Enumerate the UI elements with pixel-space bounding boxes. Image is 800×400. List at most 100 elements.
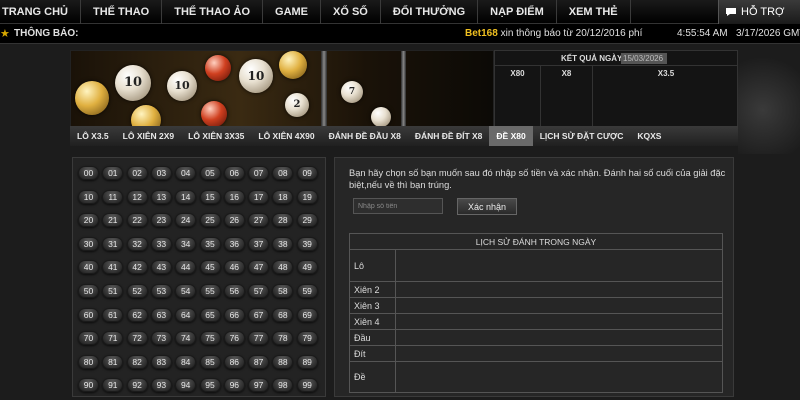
number-ball-37[interactable]: 37 — [248, 236, 270, 251]
number-ball-38[interactable]: 38 — [272, 236, 294, 251]
number-ball-14[interactable]: 14 — [175, 189, 197, 204]
number-ball-54[interactable]: 54 — [175, 284, 197, 298]
tab-lo-xien-4x90[interactable]: LÔ XIÊN 4X90 — [251, 126, 321, 146]
number-ball-65[interactable]: 65 — [199, 307, 221, 322]
number-ball-23[interactable]: 23 — [150, 213, 172, 228]
number-ball-92[interactable]: 92 — [126, 378, 148, 393]
number-ball-24[interactable]: 24 — [175, 213, 197, 228]
number-ball-47[interactable]: 47 — [248, 260, 270, 275]
number-ball-32[interactable]: 32 — [126, 236, 148, 251]
nav-item-deposit[interactable]: NẠP ĐIỂM — [478, 0, 557, 24]
number-ball-30[interactable]: 30 — [78, 236, 99, 251]
amount-input[interactable] — [353, 198, 443, 214]
nav-item-view-card[interactable]: XEM THẺ — [557, 0, 631, 24]
number-ball-49[interactable]: 49 — [296, 260, 318, 275]
number-ball-93[interactable]: 93 — [150, 378, 172, 393]
number-ball-99[interactable]: 99 — [296, 378, 318, 393]
number-ball-57[interactable]: 57 — [248, 284, 270, 298]
number-ball-36[interactable]: 36 — [223, 236, 245, 251]
number-ball-84[interactable]: 84 — [175, 354, 197, 369]
number-ball-07[interactable]: 07 — [248, 166, 270, 180]
number-ball-90[interactable]: 90 — [78, 378, 99, 393]
number-ball-02[interactable]: 02 — [126, 166, 148, 180]
number-ball-39[interactable]: 39 — [296, 236, 318, 251]
number-ball-87[interactable]: 87 — [248, 354, 270, 369]
number-ball-52[interactable]: 52 — [126, 284, 148, 298]
number-ball-08[interactable]: 08 — [272, 166, 294, 180]
tab-lo-xien-3x35[interactable]: LÔ XIÊN 3X35 — [181, 126, 251, 146]
number-ball-46[interactable]: 46 — [223, 260, 245, 275]
number-ball-75[interactable]: 75 — [199, 331, 221, 346]
number-ball-97[interactable]: 97 — [248, 378, 270, 393]
confirm-button[interactable]: Xác nhận — [457, 198, 517, 215]
number-ball-95[interactable]: 95 — [199, 378, 221, 393]
number-ball-88[interactable]: 88 — [272, 354, 294, 369]
number-ball-98[interactable]: 98 — [272, 378, 294, 393]
number-ball-68[interactable]: 68 — [272, 307, 294, 322]
number-ball-80[interactable]: 80 — [78, 354, 99, 369]
number-ball-62[interactable]: 62 — [126, 307, 148, 322]
support-button[interactable]: HỖ TRỢ — [718, 0, 800, 24]
number-ball-63[interactable]: 63 — [150, 307, 172, 322]
number-ball-48[interactable]: 48 — [272, 260, 294, 275]
number-ball-34[interactable]: 34 — [175, 236, 197, 251]
number-ball-53[interactable]: 53 — [150, 284, 172, 298]
number-ball-81[interactable]: 81 — [102, 354, 124, 369]
number-ball-16[interactable]: 16 — [223, 189, 245, 204]
number-ball-85[interactable]: 85 — [199, 354, 221, 369]
number-ball-60[interactable]: 60 — [78, 307, 99, 322]
number-ball-25[interactable]: 25 — [199, 213, 221, 228]
number-ball-26[interactable]: 26 — [223, 213, 245, 228]
nav-item-rewards[interactable]: ĐỔI THƯỞNG — [381, 0, 479, 24]
number-ball-73[interactable]: 73 — [150, 331, 172, 346]
number-ball-43[interactable]: 43 — [150, 260, 172, 275]
number-ball-89[interactable]: 89 — [296, 354, 318, 369]
number-ball-27[interactable]: 27 — [248, 213, 270, 228]
tab-lo-x35[interactable]: LÔ X3.5 — [70, 126, 116, 146]
number-ball-17[interactable]: 17 — [248, 189, 270, 204]
number-ball-55[interactable]: 55 — [199, 284, 221, 298]
number-ball-94[interactable]: 94 — [175, 378, 197, 393]
tab-kqxs[interactable]: KQXS — [630, 126, 668, 146]
number-ball-18[interactable]: 18 — [272, 189, 294, 204]
number-ball-86[interactable]: 86 — [223, 354, 245, 369]
number-ball-82[interactable]: 82 — [126, 354, 148, 369]
tab-de-x80[interactable]: ĐỀ X80 — [489, 126, 533, 146]
number-ball-29[interactable]: 29 — [296, 213, 318, 228]
number-ball-77[interactable]: 77 — [248, 331, 270, 346]
number-ball-12[interactable]: 12 — [126, 189, 148, 204]
number-ball-56[interactable]: 56 — [223, 284, 245, 298]
number-ball-22[interactable]: 22 — [126, 213, 148, 228]
number-ball-35[interactable]: 35 — [199, 236, 221, 251]
number-ball-51[interactable]: 51 — [102, 284, 124, 298]
number-ball-67[interactable]: 67 — [248, 307, 270, 322]
number-ball-72[interactable]: 72 — [126, 331, 148, 346]
number-ball-66[interactable]: 66 — [223, 307, 245, 322]
nav-item-lottery[interactable]: XỔ SỐ — [321, 0, 381, 24]
number-ball-71[interactable]: 71 — [102, 331, 124, 346]
number-ball-91[interactable]: 91 — [102, 378, 124, 393]
number-ball-20[interactable]: 20 — [78, 213, 99, 228]
number-ball-40[interactable]: 40 — [78, 260, 99, 275]
number-ball-64[interactable]: 64 — [175, 307, 197, 322]
number-ball-13[interactable]: 13 — [150, 189, 172, 204]
number-ball-44[interactable]: 44 — [175, 260, 197, 275]
number-ball-69[interactable]: 69 — [296, 307, 318, 322]
number-ball-79[interactable]: 79 — [296, 331, 318, 346]
number-ball-41[interactable]: 41 — [102, 260, 124, 275]
number-ball-21[interactable]: 21 — [102, 213, 124, 228]
nav-item-sports[interactable]: THỂ THAO — [81, 0, 163, 24]
tab-de-dit-x8[interactable]: ĐÁNH ĐỀ ĐÍT X8 — [408, 126, 490, 146]
number-ball-42[interactable]: 42 — [126, 260, 148, 275]
number-ball-50[interactable]: 50 — [78, 284, 99, 298]
number-ball-70[interactable]: 70 — [78, 331, 99, 346]
tab-bet-history[interactable]: LỊCH SỬ ĐẶT CƯỢC — [533, 126, 631, 146]
number-ball-01[interactable]: 01 — [102, 166, 124, 180]
number-ball-15[interactable]: 15 — [199, 189, 221, 204]
number-ball-59[interactable]: 59 — [296, 284, 318, 298]
nav-item-home[interactable]: TRANG CHỦ — [0, 0, 81, 24]
number-ball-31[interactable]: 31 — [102, 236, 124, 251]
number-ball-83[interactable]: 83 — [150, 354, 172, 369]
number-ball-04[interactable]: 04 — [175, 166, 197, 180]
number-ball-28[interactable]: 28 — [272, 213, 294, 228]
